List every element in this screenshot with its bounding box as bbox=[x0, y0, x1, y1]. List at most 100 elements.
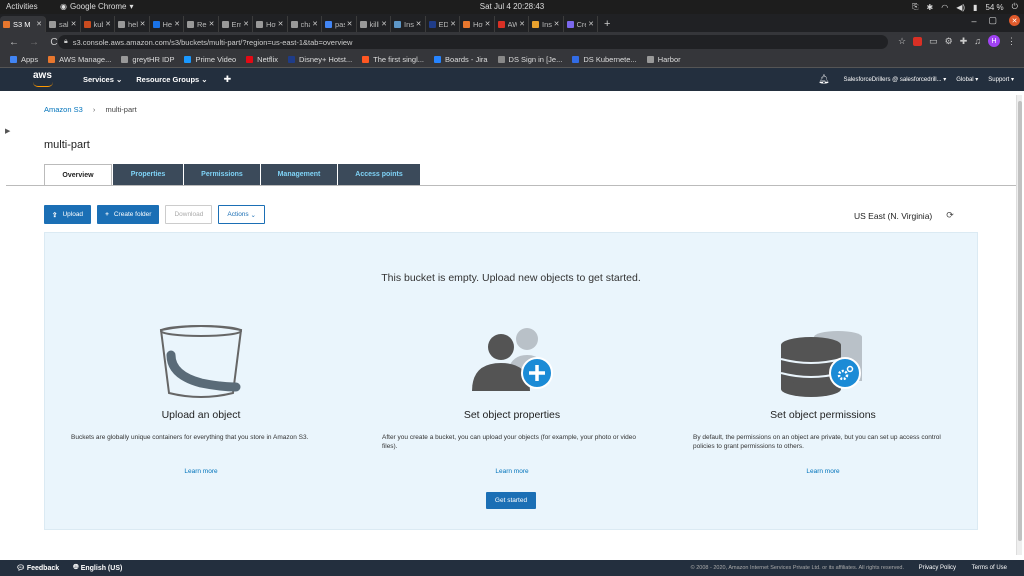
browser-tab[interactable]: pass✕ bbox=[322, 16, 357, 32]
tab-properties[interactable]: Properties bbox=[113, 164, 183, 185]
close-icon[interactable]: ✕ bbox=[588, 20, 594, 28]
system-tray[interactable]: ⎘ ✱ ◠ ◀) ▮ 54 % ⏻ bbox=[912, 2, 1018, 12]
avatar[interactable]: H bbox=[988, 35, 1000, 47]
browser-tab[interactable]: Insta✕ bbox=[529, 16, 564, 32]
media-icon[interactable]: ♫ bbox=[974, 36, 981, 46]
close-icon[interactable]: ✕ bbox=[71, 20, 77, 28]
back-icon[interactable]: ← bbox=[8, 37, 20, 48]
feedback-button[interactable]: 💬︎ Feedback bbox=[16, 564, 59, 573]
tab-overview[interactable]: Overview bbox=[44, 164, 112, 186]
close-icon[interactable]: ✕ bbox=[140, 20, 146, 28]
bookmark-item[interactable]: Apps bbox=[10, 55, 38, 64]
maximize-icon[interactable]: ▢ bbox=[988, 15, 997, 26]
support-menu[interactable]: Support ▾ bbox=[988, 76, 1014, 83]
browser-tab[interactable]: How✕ bbox=[253, 16, 288, 32]
learn-more-link[interactable]: Learn more bbox=[71, 468, 331, 475]
account-menu[interactable]: SalesforceDrillers @ salesforcedrill... … bbox=[843, 76, 946, 83]
browser-tab[interactable]: sales✕ bbox=[46, 16, 81, 32]
bell-icon[interactable]: 🔔︎ bbox=[818, 74, 829, 85]
close-window-icon[interactable]: ✕ bbox=[1009, 15, 1020, 26]
new-tab-button[interactable]: + bbox=[598, 16, 616, 32]
bookmark-item[interactable]: AWS Manage... bbox=[48, 55, 111, 64]
close-icon[interactable]: ✕ bbox=[209, 20, 215, 28]
clock[interactable]: Sat Jul 4 20:28:43 bbox=[0, 2, 1024, 11]
clipboard-icon[interactable]: ⎘ bbox=[912, 2, 918, 12]
tab-access-points[interactable]: Access points bbox=[338, 164, 420, 185]
close-icon[interactable]: ✕ bbox=[243, 20, 249, 28]
bookmark-item[interactable]: Prime Video bbox=[184, 55, 236, 64]
star-icon[interactable]: ☆ bbox=[898, 36, 906, 47]
language-selector[interactable]: 🌐︎ English (US) bbox=[73, 564, 122, 572]
close-icon[interactable]: ✕ bbox=[416, 20, 422, 28]
browser-tab[interactable]: Insta✕ bbox=[391, 16, 426, 32]
tab-permissions[interactable]: Permissions bbox=[184, 164, 260, 185]
lock-icon[interactable]: 🔒︎ bbox=[64, 38, 68, 46]
close-icon[interactable]: ✕ bbox=[450, 20, 456, 28]
bookmark-item[interactable]: DS Kubernete... bbox=[572, 55, 637, 64]
learn-more-link[interactable]: Learn more bbox=[693, 468, 953, 475]
learn-more-link[interactable]: Learn more bbox=[382, 468, 642, 475]
tab-management[interactable]: Management bbox=[261, 164, 337, 185]
resource-groups-menu[interactable]: Resource Groups ⌄ bbox=[136, 75, 207, 84]
close-icon[interactable]: ✕ bbox=[174, 20, 180, 28]
bookmark-item[interactable]: The first singl... bbox=[362, 55, 424, 64]
privacy-policy-link[interactable]: Privacy Policy bbox=[919, 565, 956, 571]
get-started-button[interactable]: Get started bbox=[486, 492, 536, 509]
favicon-icon bbox=[566, 20, 574, 28]
browser-tab[interactable]: Helm✕ bbox=[150, 16, 184, 32]
actions-dropdown[interactable]: Actions ⌄ bbox=[218, 205, 265, 224]
bookmark-item[interactable]: Disney+ Hotst... bbox=[288, 55, 352, 64]
browser-tab[interactable]: AWS✕ bbox=[495, 16, 529, 32]
pin-icon[interactable]: ✚ bbox=[224, 74, 232, 85]
browser-tab[interactable]: kube✕ bbox=[81, 16, 115, 32]
bookmark-item[interactable]: Boards - Jira bbox=[434, 55, 488, 64]
forward-icon[interactable]: → bbox=[28, 37, 40, 48]
terms-link[interactable]: Terms of Use bbox=[972, 565, 1007, 571]
close-icon[interactable]: ✕ bbox=[381, 20, 387, 28]
power-icon[interactable]: ⏻ bbox=[1012, 2, 1018, 12]
browser-tab[interactable]: Relea✕ bbox=[184, 16, 219, 32]
browser-tab[interactable]: ED bi✕ bbox=[426, 16, 460, 32]
scrollbar-thumb[interactable] bbox=[1018, 101, 1022, 541]
bookmark-item[interactable]: Harbor bbox=[646, 55, 681, 64]
download-button[interactable]: Download bbox=[165, 205, 213, 224]
browser-tab[interactable]: S3 M ✕ bbox=[0, 16, 46, 32]
close-icon[interactable]: ✕ bbox=[105, 20, 111, 28]
create-folder-button[interactable]: + Create folder bbox=[97, 205, 160, 224]
scrollbar[interactable] bbox=[1016, 95, 1022, 555]
browser-tab[interactable]: Creat✕ bbox=[564, 16, 598, 32]
sidebar-expand-icon[interactable]: ▶ bbox=[5, 127, 13, 141]
close-icon[interactable]: ✕ bbox=[278, 20, 284, 28]
close-icon[interactable]: ✕ bbox=[519, 20, 525, 28]
browser-tab[interactable]: chart✕ bbox=[288, 16, 322, 32]
browser-tab[interactable]: How✕ bbox=[460, 16, 495, 32]
browser-tab[interactable]: Error✕ bbox=[219, 16, 253, 32]
region-menu[interactable]: Global ▾ bbox=[956, 76, 978, 83]
browser-tab[interactable]: helm✕ bbox=[115, 16, 150, 32]
extension-icon[interactable]: ⚙ bbox=[945, 36, 953, 47]
aws-logo[interactable]: aws bbox=[33, 70, 53, 89]
browser-tab[interactable]: killbi✕ bbox=[357, 16, 391, 32]
close-icon[interactable]: ✕ bbox=[554, 20, 560, 28]
card-title: Upload an object bbox=[161, 409, 241, 421]
cast-icon[interactable]: ▭ bbox=[929, 36, 938, 47]
close-icon[interactable]: ✕ bbox=[36, 20, 42, 28]
upload-button[interactable]: ⇪ Upload bbox=[44, 205, 92, 224]
services-menu[interactable]: Services ⌄ bbox=[83, 75, 122, 84]
close-icon[interactable]: ✕ bbox=[312, 20, 318, 28]
address-bar[interactable]: 🔒︎ s3.console.aws.amazon.com/s3/buckets/… bbox=[58, 35, 888, 49]
bookmark-item[interactable]: greytHR IDP bbox=[121, 55, 174, 64]
bookmark-item[interactable]: Netflix bbox=[246, 55, 278, 64]
close-icon[interactable]: ✕ bbox=[347, 20, 353, 28]
puzzle-icon[interactable]: ✚ bbox=[960, 36, 968, 47]
breadcrumb-amazon-s3[interactable]: Amazon S3 bbox=[44, 105, 83, 114]
bookmark-item[interactable]: DS Sign in [Je... bbox=[497, 55, 562, 64]
close-icon[interactable]: ✕ bbox=[485, 20, 491, 28]
tab-title: pass bbox=[335, 19, 345, 29]
users-add-icon bbox=[382, 325, 642, 405]
extension-red-icon[interactable] bbox=[913, 36, 923, 46]
kebab-menu-icon[interactable]: ⋮ bbox=[1007, 36, 1016, 47]
minimize-icon[interactable]: – bbox=[971, 16, 976, 26]
url-text[interactable]: s3.console.aws.amazon.com/s3/buckets/mul… bbox=[73, 38, 353, 47]
refresh-icon[interactable]: ⟳ bbox=[946, 210, 954, 221]
